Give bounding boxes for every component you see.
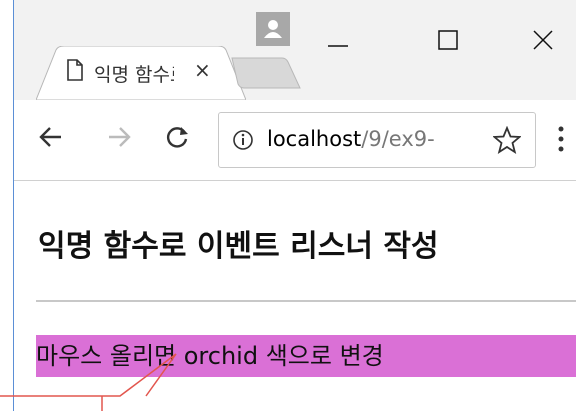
callout-bubble [0,353,177,411]
